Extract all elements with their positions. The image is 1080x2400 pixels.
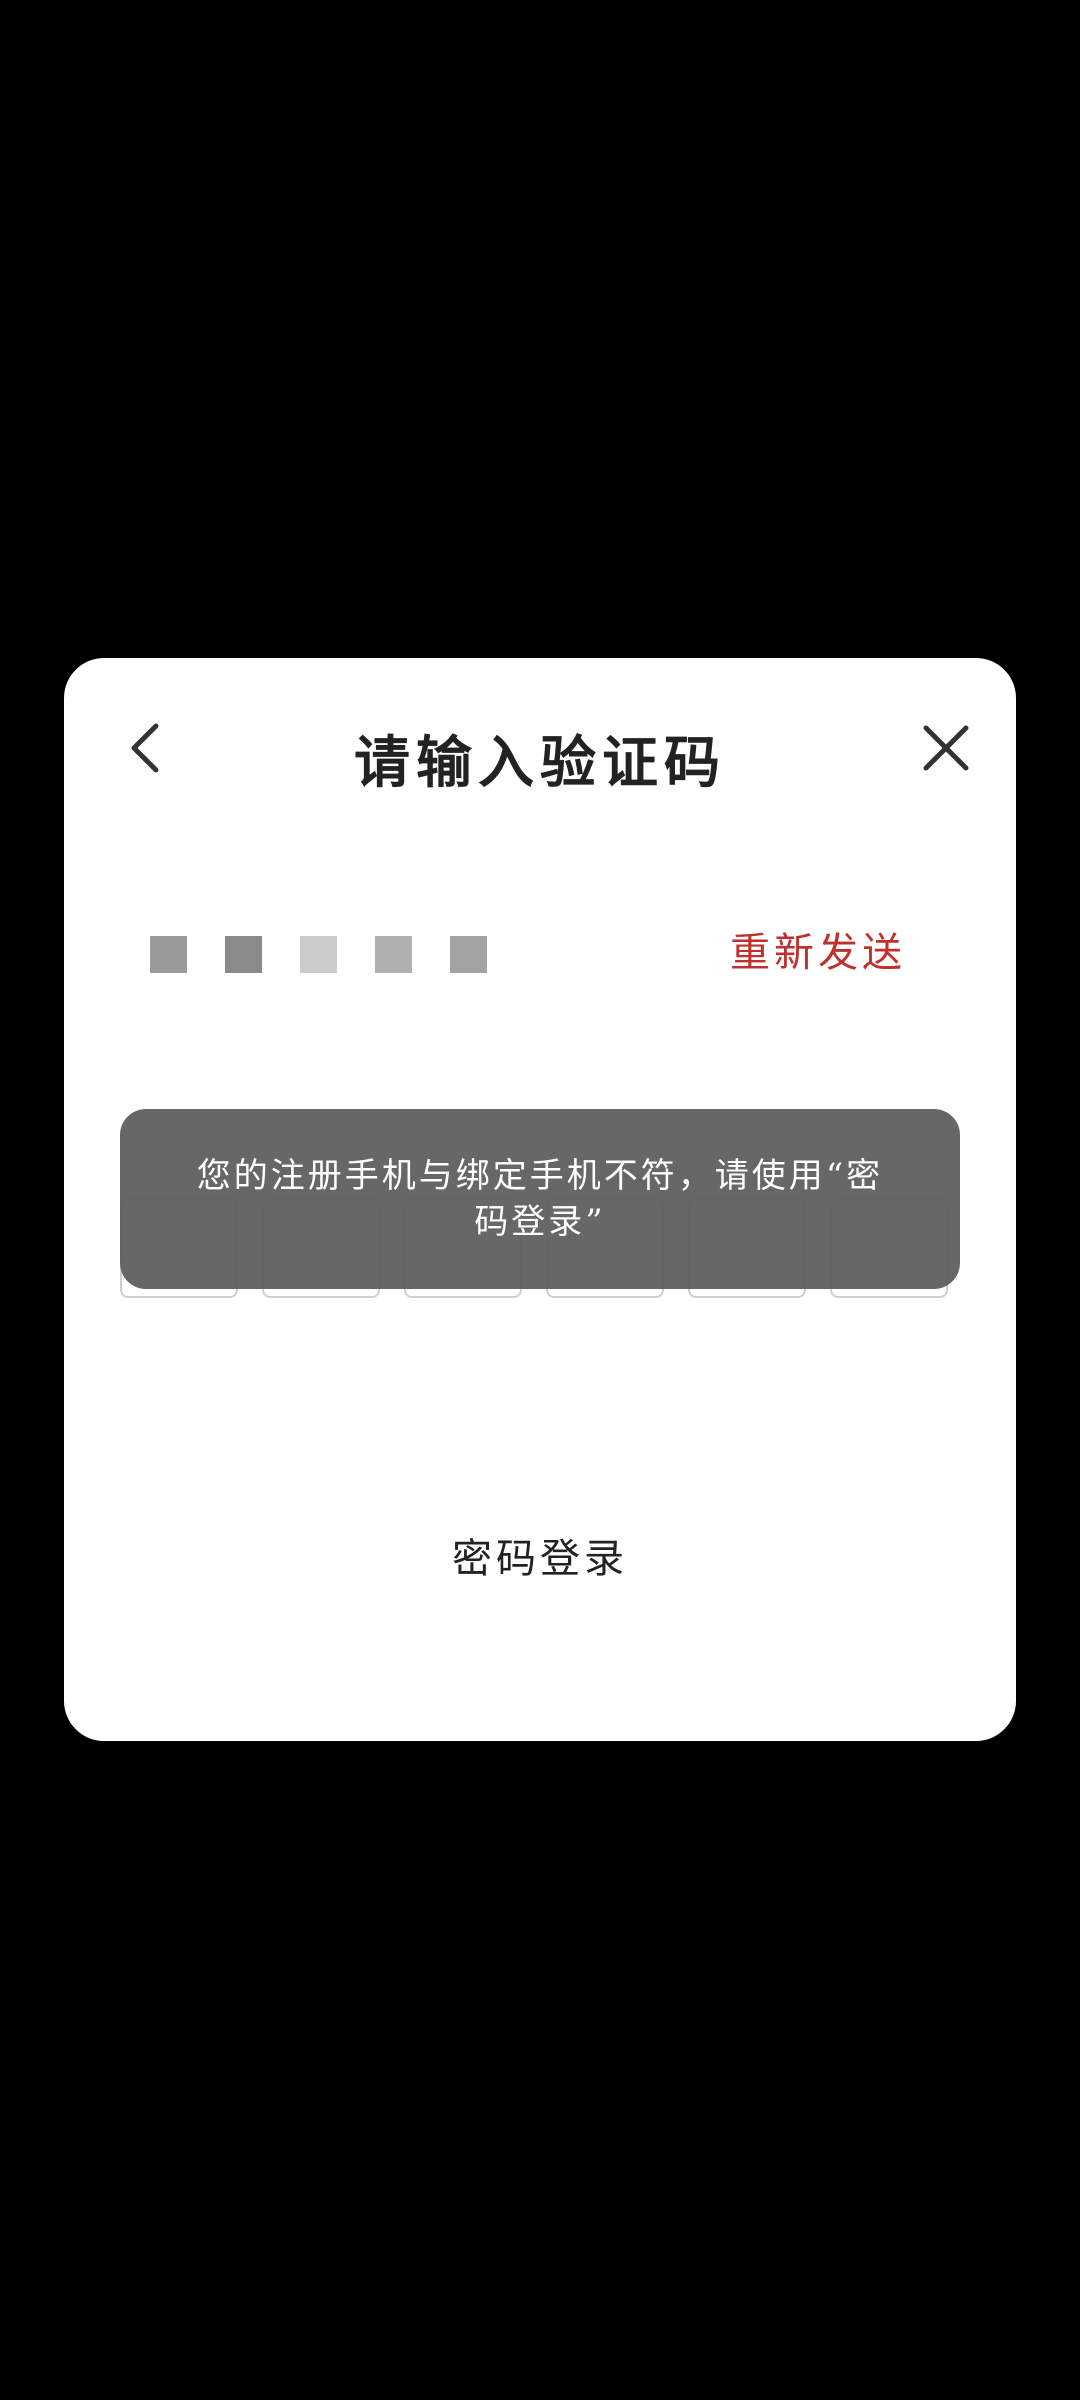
password-login-link[interactable]: 密码登录 bbox=[64, 1526, 1016, 1584]
masked-digit bbox=[300, 936, 337, 973]
verification-dialog: 请输入验证码 重新发送 您的注册手机与绑定手机不符，请使用“密码登录” 密码登录 bbox=[64, 658, 1016, 1741]
masked-digit bbox=[450, 936, 487, 973]
resend-button[interactable]: 重新发送 bbox=[730, 920, 906, 978]
close-icon bbox=[923, 725, 969, 771]
masked-phone-number bbox=[150, 936, 487, 973]
page-title: 请输入验证码 bbox=[354, 730, 726, 796]
masked-digit bbox=[225, 936, 262, 973]
masked-digit bbox=[150, 936, 187, 973]
masked-digit bbox=[375, 936, 412, 973]
toast-message: 您的注册手机与绑定手机不符，请使用“密码登录” bbox=[120, 1109, 960, 1289]
close-button[interactable] bbox=[906, 708, 986, 788]
